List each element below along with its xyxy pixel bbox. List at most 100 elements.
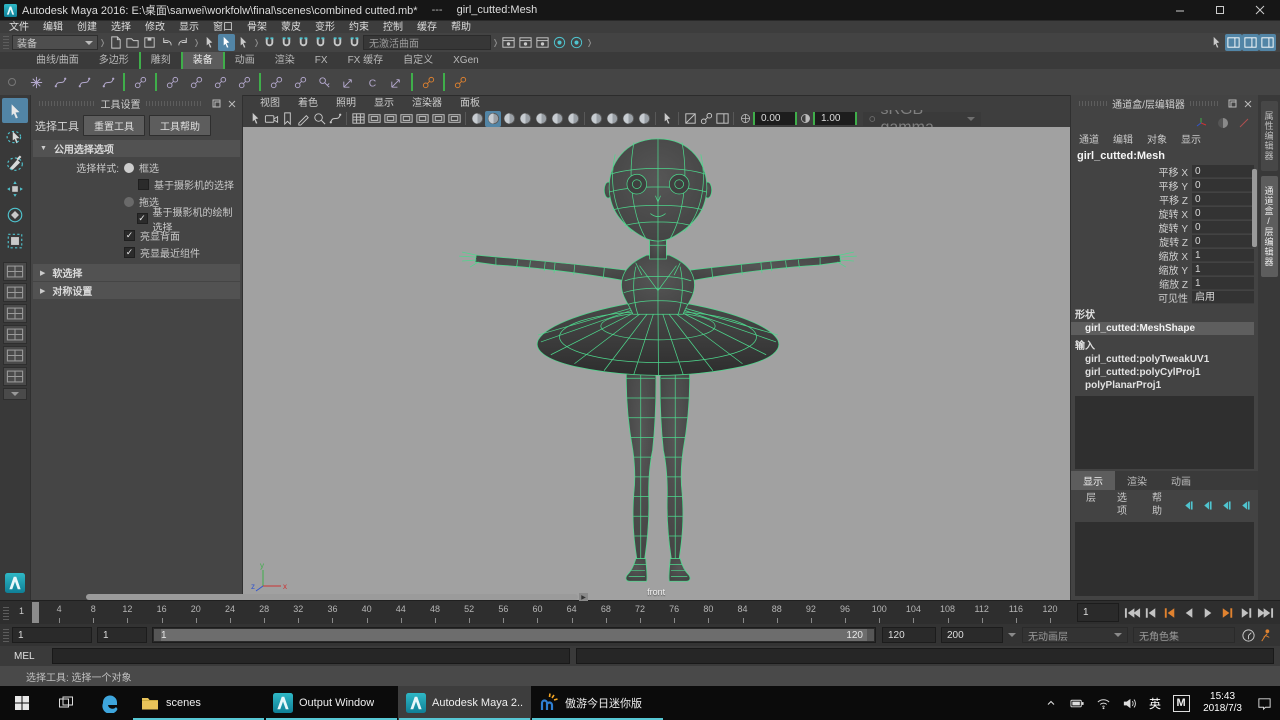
layer-rewind-icon[interactable]	[1199, 497, 1216, 514]
playback-start-field[interactable]: 1	[97, 627, 147, 643]
float-panel-icon[interactable]	[1225, 97, 1239, 110]
snap-grid-icon[interactable]	[261, 34, 278, 51]
checkbox-5[interactable]: ✓	[124, 247, 135, 258]
shape-node-row[interactable]: girl_cutted:MeshShape	[1071, 322, 1254, 335]
channel-row-7[interactable]: 缩放 Y 1	[1071, 262, 1254, 276]
layer-menu-1[interactable]: 选项	[1110, 492, 1145, 518]
input-node-1[interactable]: girl_cutted:polyCylProj1	[1071, 366, 1258, 379]
menu-item-3[interactable]: 选择	[104, 22, 138, 33]
channel-value[interactable]: 0	[1192, 179, 1254, 192]
playback-end-field[interactable]: 120	[882, 627, 936, 643]
group-collapse-4[interactable]: ❭	[491, 35, 500, 50]
animation-end-field[interactable]: 200	[941, 627, 1003, 643]
multisampling-icon[interactable]	[636, 111, 652, 127]
bounding-box-icon[interactable]	[533, 111, 549, 127]
step-forward-frame-icon[interactable]	[1237, 605, 1255, 621]
taskbar-item-1[interactable]: Output Window	[265, 686, 398, 720]
quick-rig-icon[interactable]	[160, 71, 184, 93]
shadows-icon[interactable]	[588, 111, 604, 127]
render-view-icon[interactable]	[500, 34, 517, 51]
channel-row-6[interactable]: 缩放 X 1	[1071, 248, 1254, 262]
create-arc-icon[interactable]	[96, 71, 120, 93]
viewport-menu-4[interactable]: 渲染器	[403, 97, 451, 110]
shelf-tab-4[interactable]: 动画	[225, 52, 265, 69]
exposure-field[interactable]: 0.00	[753, 112, 797, 125]
set-driven-key-icon[interactable]	[312, 71, 336, 93]
viewport-menu-1[interactable]: 着色	[289, 97, 327, 110]
camera-attributes-icon[interactable]	[263, 111, 279, 127]
start-button[interactable]	[0, 686, 44, 720]
panel-drag-handle[interactable]	[1079, 101, 1107, 106]
channel-row-1[interactable]: 平移 Y 0	[1071, 178, 1254, 192]
slash-display-icon[interactable]	[1235, 114, 1252, 131]
bookmark-icon[interactable]	[279, 111, 295, 127]
channel-row-9[interactable]: 可见性 启用	[1071, 290, 1254, 304]
range-slider-range[interactable]: 1 120	[154, 629, 874, 641]
move-tool[interactable]	[2, 176, 28, 201]
chevron-down-icon[interactable]	[1008, 633, 1016, 637]
tool-settings-hscrollbar[interactable]: ▶	[86, 594, 578, 600]
menu-item-0[interactable]: 文件	[2, 22, 36, 33]
gate-mask-icon[interactable]	[398, 111, 414, 127]
redo-icon[interactable]	[175, 34, 192, 51]
snap-point-icon[interactable]	[295, 34, 312, 51]
menu-item-6[interactable]: 窗口	[206, 22, 240, 33]
hik-character-icon[interactable]	[416, 71, 440, 93]
use-all-lights-icon[interactable]	[565, 111, 581, 127]
time-slider-ticks[interactable]: 1 48121620242832364044485256606468727680…	[12, 601, 1073, 624]
group-collapse-3[interactable]: ❭	[252, 35, 261, 50]
gamma-icon[interactable]	[797, 111, 813, 127]
current-frame-field[interactable]: 1	[1077, 603, 1119, 622]
panel-drag-handle[interactable]	[1190, 101, 1218, 106]
channel-value[interactable]: 1	[1192, 249, 1254, 262]
two-pane-layout[interactable]	[3, 346, 27, 365]
resolution-gate-icon[interactable]	[382, 111, 398, 127]
layer-menu-2[interactable]: 帮助	[1145, 492, 1180, 518]
input-node-2[interactable]: polyPlanarProj1	[1071, 379, 1258, 392]
checkbox-3[interactable]: ✓	[137, 213, 148, 224]
menu-item-5[interactable]: 显示	[172, 22, 206, 33]
layer-menu-0[interactable]: 层	[1079, 492, 1110, 518]
shelf-tab-7[interactable]: FX 缓存	[338, 52, 394, 69]
wireframe-on-shaded-icon[interactable]	[501, 111, 517, 127]
command-line-mode[interactable]: MEL	[0, 651, 52, 662]
animation-start-field[interactable]: 1	[12, 627, 92, 643]
channel-value[interactable]: 0	[1192, 193, 1254, 206]
close-panel-icon[interactable]	[225, 97, 239, 110]
new-scene-icon[interactable]	[107, 34, 124, 51]
step-forward-key-icon[interactable]	[1218, 605, 1236, 621]
flat-shade-icon[interactable]	[517, 111, 533, 127]
menu-item-4[interactable]: 修改	[138, 22, 172, 33]
wireframe-icon[interactable]	[469, 111, 485, 127]
render-setup-icon[interactable]	[568, 34, 585, 51]
isolate-select-icon[interactable]	[659, 111, 675, 127]
shelf-tab-0[interactable]: 曲线/曲面	[26, 52, 89, 69]
range-start-handle[interactable]	[154, 629, 161, 641]
menu-item-1[interactable]: 编辑	[36, 22, 70, 33]
field-chart-icon[interactable]	[414, 111, 430, 127]
cluster-icon[interactable]: C	[360, 71, 384, 93]
channel-value[interactable]: 1	[1192, 277, 1254, 290]
step-back-frame-icon[interactable]	[1142, 605, 1160, 621]
safe-title-icon[interactable]	[446, 111, 462, 127]
rotate-tool[interactable]	[2, 202, 28, 227]
maximize-icon[interactable]	[1200, 0, 1240, 20]
channel-row-5[interactable]: 旋转 Z 0	[1071, 234, 1254, 248]
time-slider-grip[interactable]	[3, 606, 9, 620]
select-object-icon[interactable]	[218, 34, 235, 51]
range-slider-grip[interactable]	[3, 628, 9, 642]
shelf-menu-icon[interactable]	[8, 78, 16, 86]
smooth-shade-icon[interactable]	[485, 111, 501, 127]
layer-prev-icon[interactable]	[1180, 497, 1197, 514]
tray-chevron-up-icon[interactable]	[1039, 686, 1063, 720]
section-common-selection[interactable]: ▼ 公用选择选项	[33, 140, 240, 157]
layout-dropdown[interactable]	[3, 388, 27, 400]
reset-tool-button[interactable]: 重置工具	[83, 115, 145, 136]
create-ep-curve-icon[interactable]	[48, 71, 72, 93]
close-panel-icon[interactable]	[1241, 97, 1255, 110]
render-current-frame-icon[interactable]	[517, 34, 534, 51]
float-panel-icon[interactable]	[209, 97, 223, 110]
menu-item-9[interactable]: 变形	[308, 22, 342, 33]
channel-box-header[interactable]: 通道盒/层编辑器	[1071, 95, 1258, 112]
channel-value[interactable]: 0	[1192, 207, 1254, 220]
